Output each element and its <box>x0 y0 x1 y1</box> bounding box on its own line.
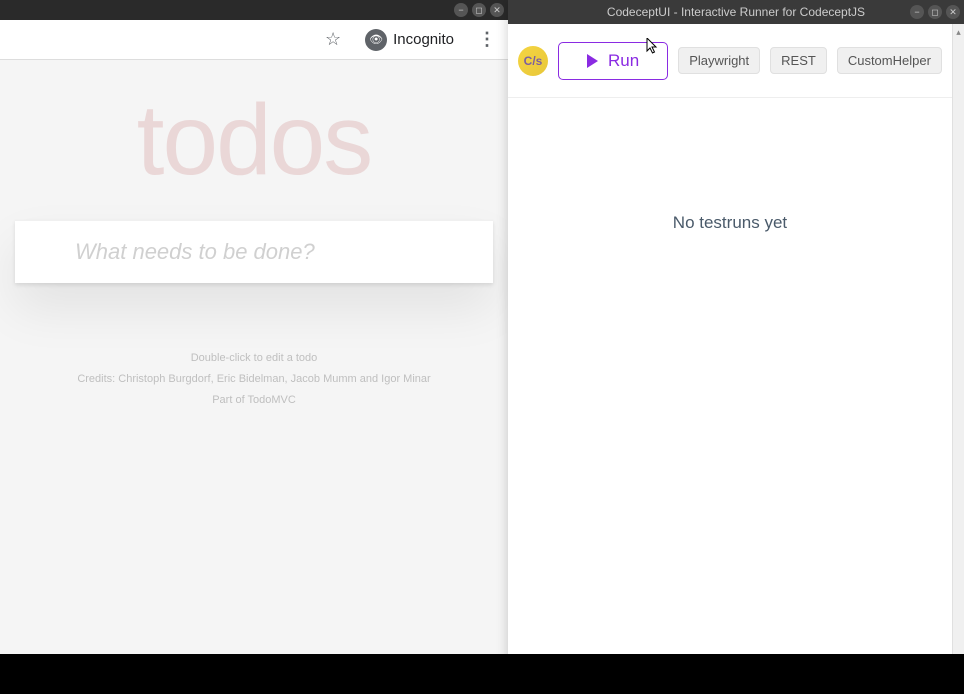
browser-toolbar: ☆ 👁 Incognito ⋮ <box>0 20 508 60</box>
scroll-up-icon[interactable]: ▴ <box>953 24 964 40</box>
run-button[interactable]: Run <box>558 42 668 80</box>
incognito-badge[interactable]: 👁 Incognito <box>355 25 464 55</box>
codecept-logo-icon: C/s <box>518 46 548 76</box>
minimize-icon[interactable]: − <box>454 3 468 17</box>
helper-rest[interactable]: REST <box>770 47 827 74</box>
incognito-icon: 👁 <box>365 29 387 51</box>
codecept-window: CodeceptUI - Interactive Runner for Code… <box>508 0 964 694</box>
todo-app: todos Double-click to edit a todo Credit… <box>0 60 508 411</box>
codecept-body: C/s Run Playwright REST CustomHelper No … <box>508 24 964 694</box>
maximize-icon[interactable]: ◻ <box>472 3 486 17</box>
close-icon[interactable]: ✕ <box>946 5 960 19</box>
browser-menu-icon[interactable]: ⋮ <box>478 29 496 50</box>
browser-titlebar: − ◻ ✕ <box>0 0 508 20</box>
bookmark-star-icon[interactable]: ☆ <box>325 29 341 50</box>
todo-title: todos <box>0 90 508 190</box>
todo-footer: Double-click to edit a todo Credits: Chr… <box>0 348 508 411</box>
todo-input-container <box>15 220 493 283</box>
codecept-toolbar: C/s Run Playwright REST CustomHelper <box>508 24 952 98</box>
codecept-titlebar[interactable]: CodeceptUI - Interactive Runner for Code… <box>508 0 964 24</box>
play-icon <box>587 54 598 68</box>
run-label: Run <box>608 51 639 71</box>
helper-custom[interactable]: CustomHelper <box>837 47 942 74</box>
close-icon[interactable]: ✕ <box>490 3 504 17</box>
helper-playwright[interactable]: Playwright <box>678 47 760 74</box>
footer-hint: Double-click to edit a todo <box>0 348 508 369</box>
window-title: CodeceptUI - Interactive Runner for Code… <box>607 5 865 19</box>
scrollbar[interactable]: ▴ ▾ <box>952 24 964 694</box>
testrun-empty-state: No testruns yet <box>508 98 952 233</box>
desktop-taskbar <box>0 654 964 694</box>
minimize-icon[interactable]: − <box>910 5 924 19</box>
empty-message: No testruns yet <box>673 213 787 232</box>
browser-window: − ◻ ✕ ☆ 👁 Incognito ⋮ todos Double-click… <box>0 0 508 694</box>
maximize-icon[interactable]: ◻ <box>928 5 942 19</box>
footer-partof: Part of TodoMVC <box>0 390 508 411</box>
footer-credits: Credits: Christoph Burgdorf, Eric Bidelm… <box>0 369 508 390</box>
incognito-label: Incognito <box>393 31 454 48</box>
todo-input[interactable] <box>15 221 493 283</box>
